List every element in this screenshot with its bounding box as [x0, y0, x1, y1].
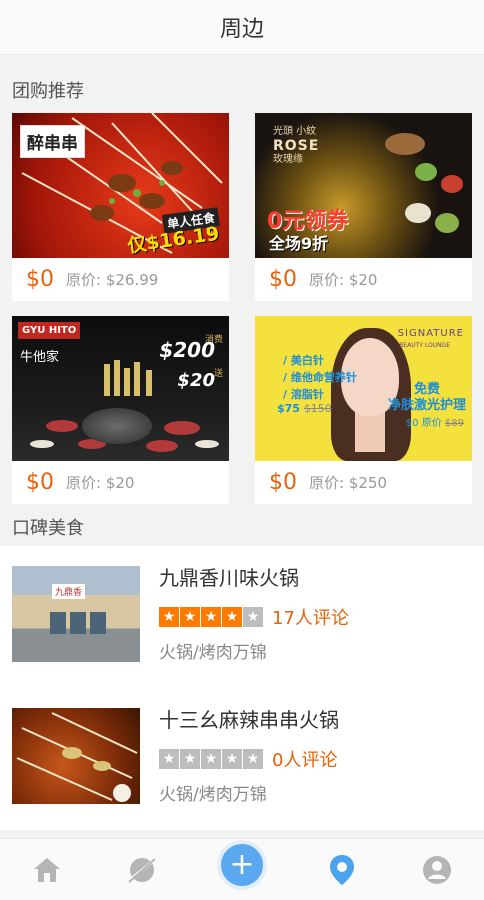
- side-dish: [405, 203, 431, 223]
- add-icon: +: [229, 846, 255, 882]
- deal-get-amount: $20: [177, 370, 215, 391]
- deal-card[interactable]: SIGNATURE BEAUTY LOUNGE / 美白针 / 维他命营养针 /…: [255, 316, 472, 504]
- page-title: 周边: [219, 17, 264, 42]
- deal-original-price: 原价: $26.99: [66, 271, 159, 289]
- review-count: 17人评论: [272, 608, 349, 629]
- side-dish: [435, 213, 459, 233]
- star-rating: ★ ★ ★ ★ ★: [159, 749, 264, 769]
- reputation-section-title: 口碑美食: [12, 518, 84, 539]
- deal-original-price: 原价: $250: [309, 474, 387, 492]
- star-empty-icon: ★: [222, 749, 242, 769]
- star-filled-icon: ★: [201, 607, 221, 627]
- storefront-window: [90, 612, 106, 634]
- restaurant-category: 火锅/烤肉万锦: [159, 643, 267, 663]
- star-filled-icon: ★: [222, 607, 242, 627]
- deal-price: $0: [269, 267, 297, 292]
- storefront-sign: 九鼎香: [52, 584, 86, 599]
- page-header: 周边: [0, 0, 484, 55]
- deal-price: $0: [26, 470, 54, 495]
- star-empty-icon: ★: [243, 607, 263, 627]
- home-icon[interactable]: [27, 850, 67, 890]
- deals-grid: 醉串串 单人任食 仅$16.19 $0 原价: $26.99 光頭 小紋 ROS…: [0, 107, 484, 504]
- skewers-graphic: [16, 712, 138, 802]
- restaurant-category: 火锅/烤肉万锦: [159, 785, 267, 805]
- side-dish: [385, 133, 425, 155]
- deal-items-list: / 美白针 / 维他命营养针 / 溶脂针: [283, 354, 357, 401]
- deal-info: $0 原价: $20: [255, 258, 472, 301]
- grill: [82, 408, 152, 444]
- deal-image[interactable]: 光頭 小紋 ROSE 玫瑰缘 0元领券 全场9折: [255, 113, 472, 258]
- restaurant-name: 十三幺麻辣串串火锅: [159, 708, 339, 732]
- deal-price: $0: [269, 470, 297, 495]
- restaurant-thumbnail: [12, 708, 140, 804]
- deal-brand: SIGNATURE: [397, 328, 464, 339]
- deal-promo-discount: 全场9折: [269, 234, 329, 253]
- storefront-window: [70, 612, 86, 634]
- deal-image[interactable]: SIGNATURE BEAUTY LOUNGE / 美白针 / 维他命营养针 /…: [255, 316, 472, 461]
- group-deals-section-title: 团购推荐: [12, 81, 84, 102]
- deal-logo: GYU HITO: [18, 322, 81, 339]
- deal-original-price: 原价: $20: [309, 271, 378, 289]
- deal-free-offer: 免费 净肤激光护理: [387, 382, 466, 413]
- add-button[interactable]: +: [216, 839, 267, 890]
- location-icon[interactable]: [322, 850, 362, 890]
- deal-info: $0 原价: $26.99: [12, 258, 229, 301]
- restaurant-info: 十三幺麻辣串串火锅 ★ ★ ★ ★ ★ 0人评论 火锅/烤肉万锦: [140, 708, 339, 830]
- bottom-tab-bar: +: [0, 838, 484, 900]
- deal-image[interactable]: 醉串串 单人任食 仅$16.19: [12, 113, 229, 258]
- restaurant-item[interactable]: 十三幺麻辣串串火锅 ★ ★ ★ ★ ★ 0人评论 火锅/烤肉万锦: [0, 688, 484, 830]
- deal-brand-sub: BEAUTY LOUNGE: [399, 342, 450, 349]
- restaurant-item[interactable]: 九鼎香 九鼎香川味火锅 ★ ★ ★ ★ ★ 17人评论 火锅/烤肉万锦: [0, 546, 484, 688]
- profile-icon[interactable]: [417, 850, 457, 890]
- star-empty-icon: ★: [201, 749, 221, 769]
- star-empty-icon: ★: [159, 749, 179, 769]
- side-dish: [441, 175, 463, 193]
- restaurant-info: 九鼎香川味火锅 ★ ★ ★ ★ ★ 17人评论 火锅/烤肉万锦: [140, 566, 349, 688]
- discover-icon[interactable]: [122, 850, 162, 890]
- review-count: 0人评论: [272, 750, 338, 771]
- deal-card[interactable]: 光頭 小紋 ROSE 玫瑰缘 0元领券 全场9折 $0 原价: $20: [255, 113, 472, 301]
- deal-info: $0 原价: $250: [255, 461, 472, 504]
- star-empty-icon: ★: [180, 749, 200, 769]
- restaurant-thumbnail: 九鼎香: [12, 566, 140, 662]
- deal-card[interactable]: GYU HITO 牛他家 消费 $200 送 $20 $0 原价: $20: [12, 316, 229, 504]
- deal-get-label: 送: [213, 369, 223, 379]
- deal-price: $0: [26, 267, 54, 292]
- rating-row: ★ ★ ★ ★ ★ 17人评论: [159, 602, 349, 632]
- side-dish: [415, 163, 437, 181]
- deal-card[interactable]: 醉串串 单人任食 仅$16.19 $0 原价: $26.99: [12, 113, 229, 301]
- rating-row: ★ ★ ★ ★ ★ 0人评论: [159, 744, 339, 774]
- storefront-window: [50, 612, 66, 634]
- deal-logo: 醉串串: [20, 125, 85, 158]
- deal-free-price: $0 原价 $89: [405, 418, 464, 429]
- star-rating: ★ ★ ★ ★ ★: [159, 607, 264, 627]
- deal-info: $0 原价: $20: [12, 461, 229, 504]
- deal-original-price: 原价: $20: [66, 474, 135, 492]
- deal-item-price: $75 $150: [277, 402, 332, 415]
- star-filled-icon: ★: [159, 607, 179, 627]
- restaurant-name: 九鼎香川味火锅: [159, 566, 299, 590]
- restaurant-list: 九鼎香 九鼎香川味火锅 ★ ★ ★ ★ ★ 17人评论 火锅/烤肉万锦 十三幺麻…: [0, 546, 484, 830]
- star-filled-icon: ★: [180, 607, 200, 627]
- deal-image[interactable]: GYU HITO 牛他家 消费 $200 送 $20: [12, 316, 229, 461]
- deal-spend-amount: $200: [159, 338, 215, 362]
- deal-brand: 光頭 小紋 ROSE 玫瑰缘: [273, 126, 320, 165]
- star-empty-icon: ★: [243, 749, 263, 769]
- deal-brand-cn: 牛他家: [20, 350, 60, 365]
- model-neck: [355, 412, 385, 452]
